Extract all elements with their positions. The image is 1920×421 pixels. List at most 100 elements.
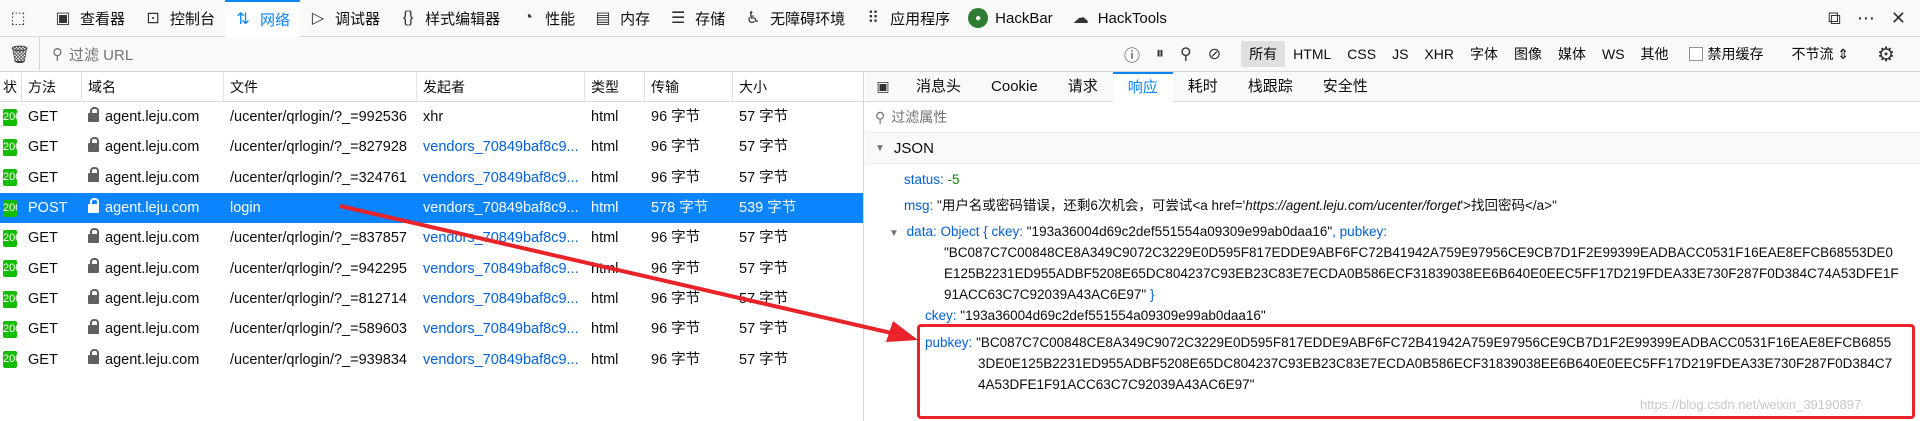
method-cell: GET <box>28 260 58 277</box>
tab-network[interactable]: ⇅ 网络 <box>225 0 301 37</box>
tab-style-editor[interactable]: {} 样式编辑器 <box>390 0 510 37</box>
file-cell: /ucenter/qrlogin/?_=837857 <box>230 230 407 247</box>
detail-tab[interactable]: 响应 <box>1112 71 1173 102</box>
filter-icon: ⚲ <box>875 108 886 125</box>
detail-tab[interactable]: 消息头 <box>901 72 976 102</box>
detail-tab[interactable]: 栈跟踪 <box>1233 72 1308 102</box>
status-badge: 200 <box>3 230 17 247</box>
domain-cell: agent.leju.com <box>82 132 224 162</box>
more-options-icon[interactable]: ⋯ <box>1857 8 1875 29</box>
type-filter-button[interactable]: 字体 <box>1462 41 1506 67</box>
initiator-cell[interactable]: vendors_70849baf8c9... <box>417 284 585 314</box>
disable-cache-checkbox[interactable]: 禁用缓存 <box>1688 44 1764 64</box>
initiator-cell[interactable]: vendors_70849baf8c9... <box>417 223 585 253</box>
initiator-cell[interactable]: vendors_70849baf8c9... <box>417 345 585 375</box>
block-icon[interactable]: ⊘ <box>1208 44 1221 64</box>
checkbox-box[interactable] <box>1688 47 1703 61</box>
initiator-cell[interactable]: vendors_70849baf8c9... <box>417 163 585 193</box>
close-icon[interactable]: ✕ <box>1891 8 1906 29</box>
tab-accessibility[interactable]: ♿ 无障碍环境 <box>735 0 855 37</box>
type-filter-button[interactable]: CSS <box>1339 43 1384 65</box>
table-row[interactable]: 200 GET agent.leju.com/ucenter/qrlogin/?_=… <box>0 344 863 374</box>
table-row[interactable]: 200 GET agent.leju.com/ucenter/qrlogin/?_=… <box>0 284 863 314</box>
table-row[interactable]: 200 GET agent.leju.com/ucenter/qrlogin/?_=… <box>0 223 863 253</box>
tab-inspector[interactable]: ▣ 查看器 <box>45 0 135 37</box>
table-row[interactable]: 200 POST agent.leju.com login vendors_70849b… <box>0 192 863 224</box>
tab-hackbar[interactable]: ● HackBar <box>960 0 1063 37</box>
type-filter-button[interactable]: JS <box>1384 43 1416 65</box>
clear-requests-icon[interactable]: 🗑 <box>0 36 40 72</box>
col-transferred[interactable]: 传输 <box>645 72 733 102</box>
property-filter-input[interactable]: ⚲ 过滤属性 <box>865 102 1920 133</box>
detail-tab[interactable]: 耗时 <box>1173 72 1233 102</box>
detail-tab[interactable]: 安全性 <box>1308 72 1383 102</box>
tab-application[interactable]: ⠿ 应用程序 <box>855 0 960 37</box>
file-cell: /ucenter/qrlogin/?_=992536 <box>230 109 407 126</box>
json-section-header[interactable]: ▼ JSON <box>865 133 1920 164</box>
table-row[interactable]: 200 GET agent.leju.com/ucenter/qrlogin/?_=… <box>0 102 863 132</box>
pause-icon[interactable]: ⏸ <box>1156 45 1164 63</box>
initiator-cell[interactable]: vendors_70849baf8c9... <box>417 254 585 284</box>
url-filter-placeholder: 过滤 URL <box>69 46 134 64</box>
method-cell: GET <box>28 109 58 126</box>
dock-icon[interactable]: ⧉ <box>1828 8 1841 29</box>
type-filter-button[interactable]: 其他 <box>1633 41 1677 67</box>
json-key: ckey: <box>925 308 957 323</box>
type-filter-button[interactable]: 所有 <box>1241 41 1286 67</box>
col-size[interactable]: 大小 <box>733 72 858 102</box>
table-row[interactable]: 200 GET agent.leju.com/ucenter/qrlogin/?_=… <box>0 314 863 344</box>
initiator-cell[interactable]: vendors_70849baf8c9... <box>417 314 585 344</box>
console-icon: ⊡ <box>146 10 160 27</box>
detail-tab[interactable]: 请求 <box>1053 72 1113 102</box>
col-initiator[interactable]: 发起者 <box>417 72 585 102</box>
tab-storage[interactable]: ☰ 存储 <box>660 0 735 37</box>
tab-label: 样式编辑器 <box>425 10 501 28</box>
help-icon[interactable]: ⓘ <box>1124 42 1140 66</box>
initiator-cell[interactable]: vendors_70849baf8c9... <box>417 193 585 223</box>
settings-gear-icon[interactable]: ⚙ <box>1877 42 1895 67</box>
status-badge: 200 <box>3 169 17 187</box>
url-filter-input[interactable]: ⚲ 过滤 URL <box>40 44 1090 65</box>
initiator-cell[interactable]: vendors_70849baf8c9... <box>417 132 585 162</box>
detail-tab[interactable]: Cookie <box>976 72 1053 102</box>
domain-cell: agent.leju.com <box>82 254 224 284</box>
json-key: data: <box>906 224 937 239</box>
status-cell: 200 <box>0 284 22 314</box>
transferred-cell: 578 字节 <box>651 200 709 217</box>
tab-memory[interactable]: ▤ 内存 <box>585 0 660 37</box>
type-filter-button[interactable]: HTML <box>1285 43 1339 65</box>
tab-debugger[interactable]: ▷ 调试器 <box>300 0 390 37</box>
col-domain[interactable]: 域名 <box>82 72 224 102</box>
method-cell: POST <box>28 200 68 217</box>
type-filter-button[interactable]: 媒体 <box>1550 41 1594 67</box>
style-editor-icon: {} <box>402 9 414 26</box>
file-cell: /ucenter/qrlogin/?_=589603 <box>230 321 407 338</box>
tab-console[interactable]: ⊡ 控制台 <box>135 0 225 37</box>
type-filters: 所有 HTML CSS JS XHR 字体 图像 媒体 WS 其他 <box>1241 41 1676 67</box>
table-row[interactable]: 200 GET agent.leju.com/ucenter/qrlogin/?_=… <box>0 163 863 193</box>
toggle-panel-icon[interactable]: ▣ <box>865 78 901 95</box>
throttle-select[interactable]: 不节流 ⇕ <box>1792 44 1850 64</box>
type-cell: html <box>591 290 619 307</box>
filter-icon: ⚲ <box>52 46 63 63</box>
type-filter-button[interactable]: XHR <box>1416 43 1462 65</box>
col-method[interactable]: 方法 <box>22 72 82 102</box>
transferred-cell: 96 字节 <box>651 109 701 126</box>
col-type[interactable]: 类型 <box>585 72 645 102</box>
tab-hacktools[interactable]: ☁ HackTools <box>1063 0 1177 37</box>
json-data-line[interactable]: ▼ data: Object { ckey: "193a36004d69c2de… <box>889 221 1387 244</box>
table-row[interactable]: 200 GET agent.leju.com/ucenter/qrlogin/?_=… <box>0 132 863 162</box>
type-filter-button[interactable]: 图像 <box>1506 41 1550 67</box>
debugger-icon: ▷ <box>311 10 325 27</box>
tab-performance[interactable]: ◔ 性能 <box>510 0 585 37</box>
performance-icon: ◔ <box>523 9 533 26</box>
memory-icon: ▤ <box>595 10 611 27</box>
table-row[interactable]: 200 GET agent.leju.com/ucenter/qrlogin/?_=… <box>0 253 863 283</box>
search-icon[interactable]: ⚲ <box>1180 44 1192 64</box>
col-status[interactable]: 状 <box>0 72 22 102</box>
storage-icon: ☰ <box>670 10 686 27</box>
type-filter-button[interactable]: WS <box>1594 43 1633 65</box>
status-cell: 200 <box>0 254 22 284</box>
tab-pick-element[interactable]: ⬚ <box>0 0 45 37</box>
col-file[interactable]: 文件 <box>224 72 417 102</box>
